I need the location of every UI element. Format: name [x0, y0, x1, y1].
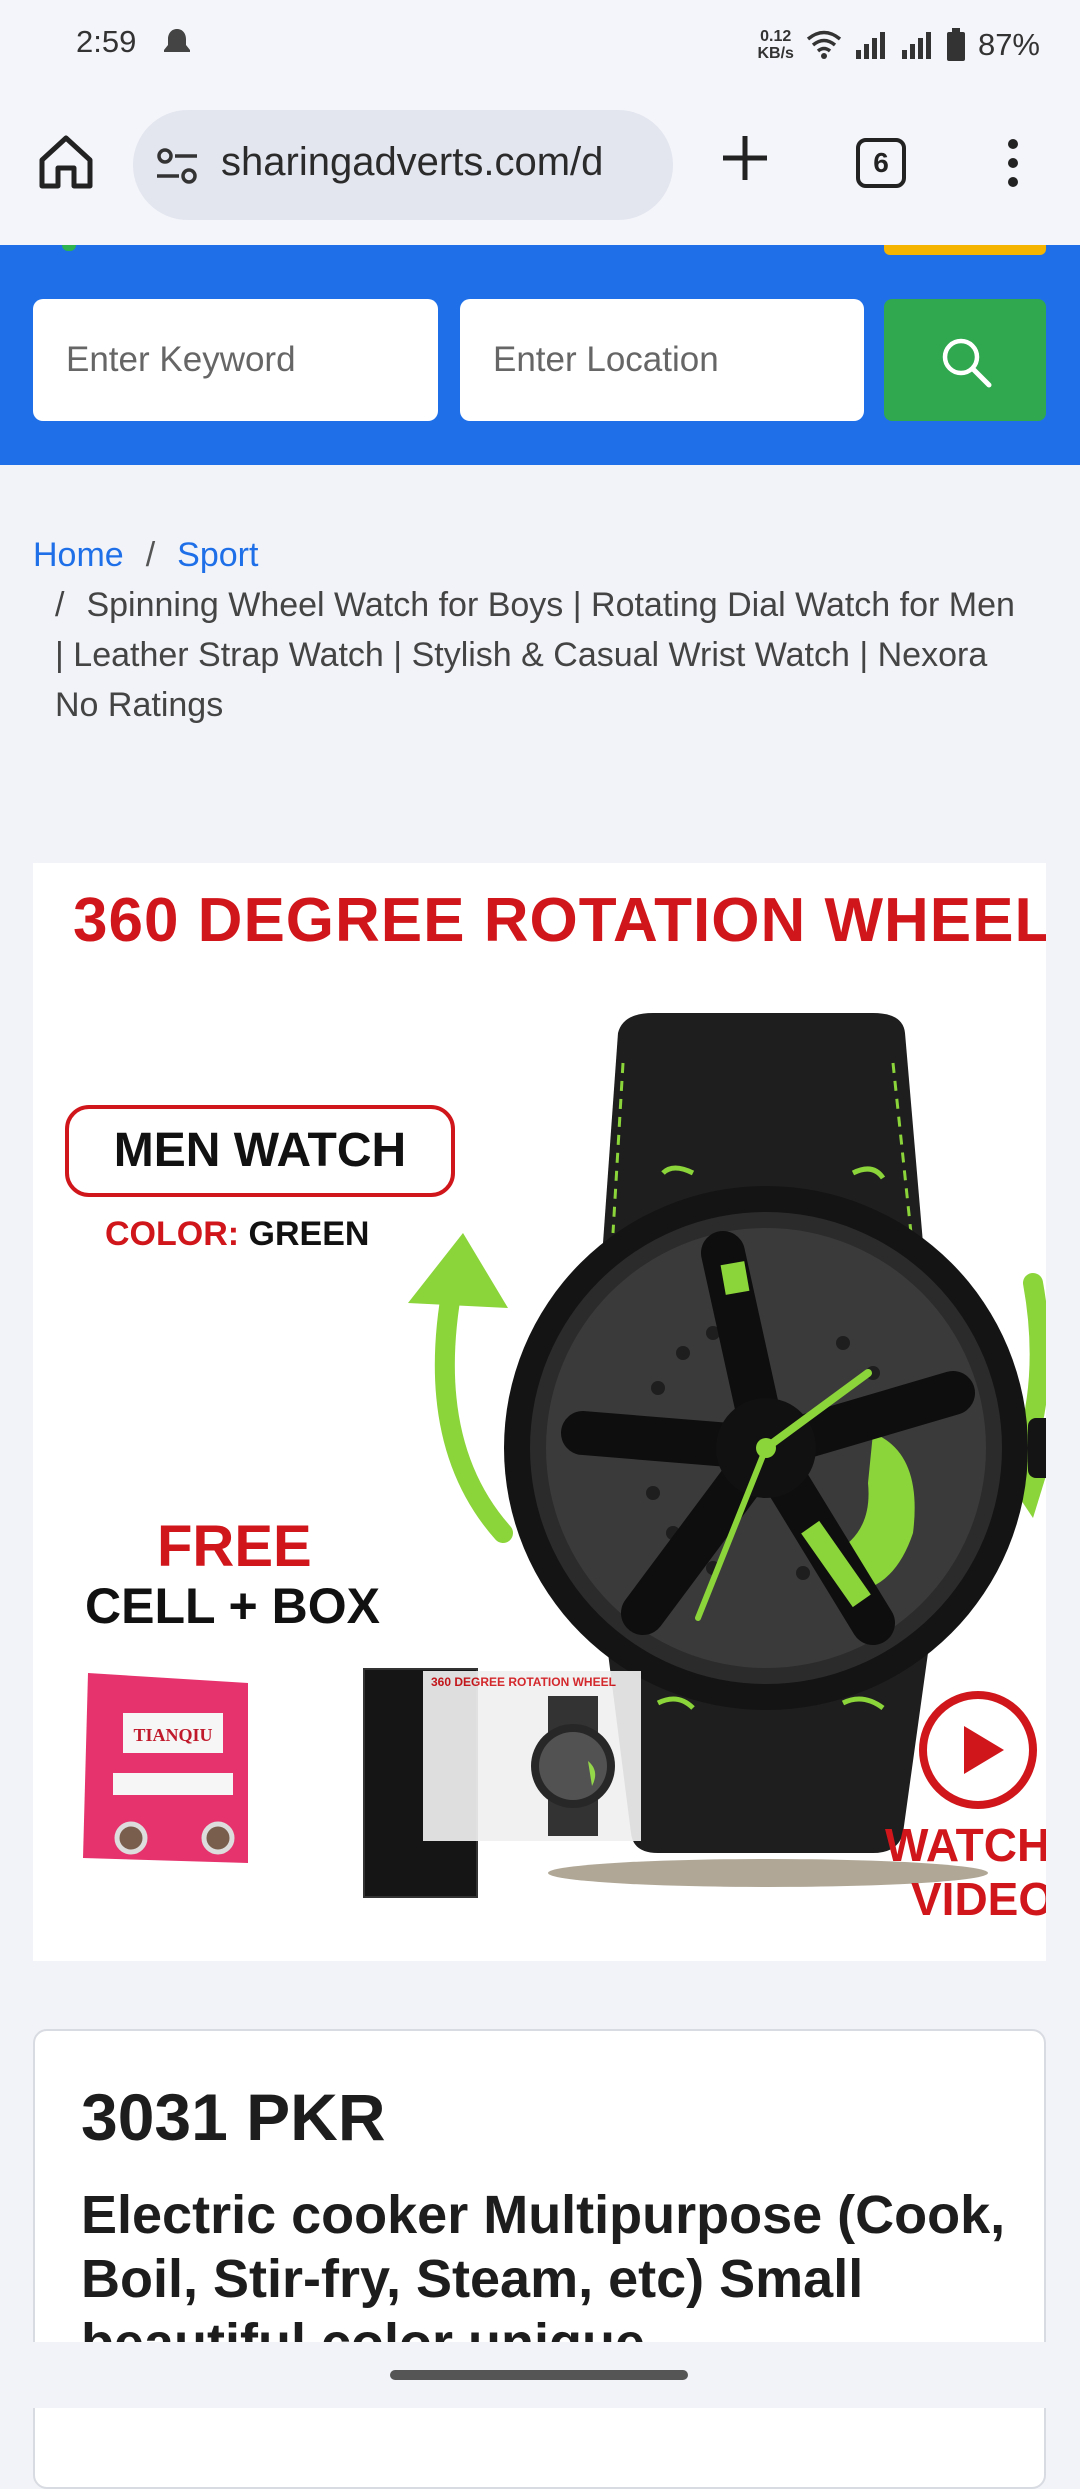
signal-icon: [855, 32, 885, 59]
breadcrumb-home-link[interactable]: Home: [33, 536, 124, 574]
site-settings-icon[interactable]: [155, 146, 199, 186]
tab-switcher-button[interactable]: 6: [856, 138, 906, 188]
url-text: sharingadverts.com/d: [221, 140, 604, 184]
more-options-icon[interactable]: [995, 138, 1031, 188]
breadcrumb: Home / Sport / Spinning Wheel Watch for Boy…: [33, 530, 1033, 730]
listing-price: 3031 PKR: [81, 2080, 386, 2154]
location-input[interactable]: [460, 299, 864, 421]
new-tab-icon[interactable]: [715, 128, 775, 188]
breadcrumb-separator: /: [145, 536, 156, 574]
battery-percent: 87%: [977, 27, 1040, 62]
band-accent-button[interactable]: [884, 245, 1046, 255]
image-cell-box-label: CELL + BOX: [85, 1578, 380, 1634]
notification-icon: [164, 29, 190, 52]
gesture-nav-handle[interactable]: [390, 2370, 688, 2380]
image-watch-video-label: WATCH VIDEO: [885, 1819, 1046, 1925]
play-icon[interactable]: [916, 1688, 1040, 1812]
address-bar[interactable]: sharingadverts.com/d: [133, 110, 673, 220]
product-image[interactable]: 360 DEGREE ROTATION WHEEL MEN WATCH COLO…: [33, 863, 1046, 1961]
breadcrumb-separator: /: [55, 586, 65, 624]
battery-icon: [946, 28, 965, 61]
browser-toolbar: sharingadverts.com/d 6: [0, 90, 1080, 245]
keyword-input[interactable]: [33, 299, 438, 421]
status-bar: 2:59 0.12 KB/s 87%: [0, 0, 1080, 90]
breadcrumb-category-link[interactable]: Sport: [177, 536, 258, 574]
svg-text:TIANQIU: TIANQIU: [133, 1725, 212, 1745]
status-icons: 0.12 KB/s 87%: [758, 20, 1041, 70]
home-icon[interactable]: [34, 130, 98, 194]
wifi-icon: [806, 30, 842, 59]
network-speed: 0.12 KB/s: [757, 28, 794, 62]
signal-icon-2: [901, 32, 931, 59]
search-button[interactable]: [884, 299, 1046, 421]
breadcrumb-current-text: Spinning Wheel Watch for Boys | Rotating…: [55, 586, 1015, 724]
mini-preview-image: 360 DEGREE ROTATION WHEEL: [423, 1671, 641, 1841]
search-icon: [942, 338, 992, 388]
search-bar-section: [0, 245, 1080, 465]
status-time: 2:59: [76, 24, 137, 59]
image-men-badge: MEN WATCH: [65, 1105, 455, 1197]
listing-card: 3031 PKR Electric cooker Multipurpose (C…: [33, 2029, 1046, 2489]
image-free-label: FREE: [157, 1514, 312, 1579]
image-headline: 360 DEGREE ROTATION WHEEL: [73, 886, 1046, 955]
battery-pack-image: TIANQIU: [83, 1673, 248, 1863]
breadcrumb-current-item: / Spinning Wheel Watch for Boys | Rotatin…: [33, 580, 1033, 730]
image-color-label: COLOR: GREEN: [105, 1215, 370, 1253]
band-accent-dot: [62, 245, 76, 251]
